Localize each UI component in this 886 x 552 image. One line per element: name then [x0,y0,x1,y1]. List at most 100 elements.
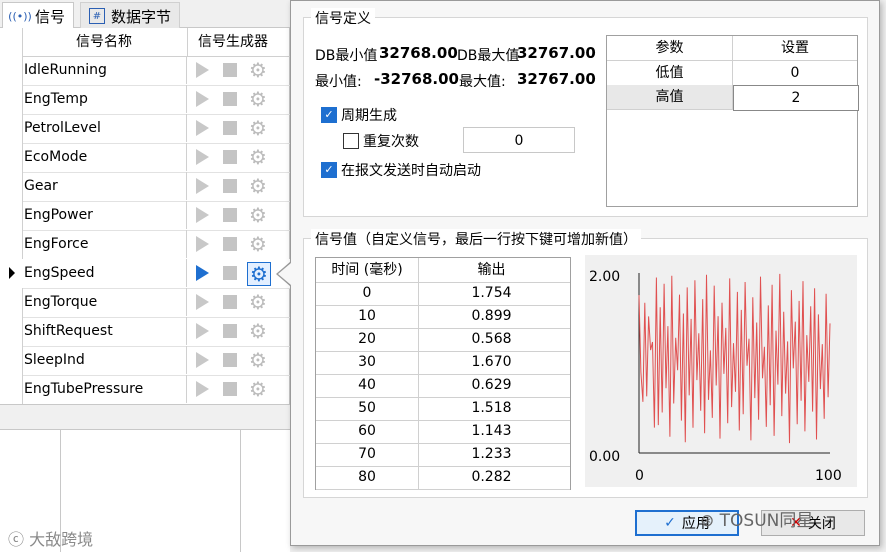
row-indicator[interactable] [0,375,23,404]
start-generator-button[interactable] [191,59,213,81]
generator-settings-button[interactable]: ⚙ [247,59,269,81]
stop-generator-button[interactable] [219,262,241,284]
start-generator-button[interactable] [191,146,213,168]
row-indicator[interactable] [0,259,23,288]
value-time[interactable]: 70 [316,443,419,466]
signal-name[interactable]: EngTemp [24,85,88,113]
generator-settings-button[interactable]: ⚙ [247,204,269,226]
row-indicator[interactable] [0,172,23,201]
generator-settings-button[interactable]: ⚙ [247,175,269,197]
start-generator-button[interactable] [191,233,213,255]
param-row-low[interactable]: 低值 0 [607,61,857,86]
start-generator-button[interactable] [191,88,213,110]
value-output[interactable]: 1.670 [419,351,564,374]
signal-name[interactable]: EngPower [24,201,93,229]
signal-row[interactable]: EngTubePressure ⚙ [22,375,290,405]
value-row[interactable]: 70 1.233 [316,443,570,467]
start-generator-button[interactable] [191,204,213,226]
value-row[interactable]: 0 1.754 [316,282,570,306]
stop-generator-button[interactable] [219,59,241,81]
row-indicator[interactable] [0,201,23,230]
signal-row[interactable]: Gear ⚙ [22,172,290,202]
value-time[interactable]: 30 [316,351,419,374]
tab-signals[interactable]: ((•)) 信号 [2,2,75,29]
start-generator-button[interactable] [191,349,213,371]
value-output[interactable]: 1.233 [419,443,564,466]
signal-row[interactable]: EcoMode ⚙ [22,143,290,173]
start-generator-button[interactable] [191,262,213,284]
signal-row[interactable]: SleepInd ⚙ [22,346,290,376]
generator-settings-button[interactable]: ⚙ [247,291,269,313]
stop-generator-button[interactable] [219,320,241,342]
signal-row[interactable]: ShiftRequest ⚙ [22,317,290,347]
value-output[interactable]: 1.518 [419,397,564,420]
start-generator-button[interactable] [191,117,213,139]
signal-row[interactable]: EngPower ⚙ [22,201,290,231]
value-time[interactable]: 80 [316,466,419,489]
param-setting[interactable]: 2 [733,85,859,111]
value-output[interactable]: 0.629 [419,374,564,397]
start-generator-button[interactable] [191,378,213,400]
generator-settings-button[interactable]: ⚙ [247,233,269,255]
value-row[interactable]: 60 1.143 [316,420,570,444]
stop-generator-button[interactable] [219,349,241,371]
row-indicator[interactable] [0,143,23,172]
generator-settings-button[interactable]: ⚙ [247,320,269,342]
row-indicator[interactable] [0,230,23,259]
generator-settings-button[interactable]: ⚙ [247,349,269,371]
signal-name[interactable]: EngTorque [24,288,97,316]
param-setting[interactable]: 0 [733,61,857,85]
signal-name[interactable]: EngSpeed [24,259,95,287]
horizontal-scrollbar[interactable] [0,404,290,430]
generator-settings-button[interactable]: ⚙ [247,146,269,168]
signal-name[interactable]: EngTubePressure [24,375,143,403]
signal-row[interactable]: IdleRunning ⚙ [22,56,290,86]
signal-name[interactable]: SleepInd [24,346,85,374]
value-time[interactable]: 40 [316,374,419,397]
row-indicator[interactable] [0,288,23,317]
col-signal-name[interactable]: 信号名称 [22,28,186,56]
value-row[interactable]: 80 0.282 [316,466,570,490]
col-signal-generator[interactable]: 信号生成器 [187,28,278,56]
stop-generator-button[interactable] [219,291,241,313]
value-time[interactable]: 50 [316,397,419,420]
signal-name[interactable]: EngForce [24,230,88,258]
stop-generator-button[interactable] [219,88,241,110]
value-output[interactable]: 1.754 [419,282,564,305]
stop-generator-button[interactable] [219,378,241,400]
signal-name[interactable]: EcoMode [24,143,87,171]
periodic-checkbox[interactable]: ✓ [321,107,337,123]
signal-name[interactable]: Gear [24,172,58,200]
stop-generator-button[interactable] [219,204,241,226]
signal-row[interactable]: EngForce ⚙ [22,230,290,260]
signal-name[interactable]: PetrolLevel [24,114,101,142]
value-time[interactable]: 60 [316,420,419,443]
generator-settings-button[interactable]: ⚙ [247,88,269,110]
signal-name[interactable]: ShiftRequest [24,317,113,345]
start-generator-button[interactable] [191,175,213,197]
value-time[interactable]: 20 [316,328,419,351]
repeat-checkbox[interactable] [343,133,359,149]
value-row[interactable]: 10 0.899 [316,305,570,329]
value-row[interactable]: 30 1.670 [316,351,570,375]
value-output[interactable]: 0.899 [419,305,564,328]
stop-generator-button[interactable] [219,146,241,168]
param-row-high[interactable]: 高值 2 [607,85,859,111]
signal-row[interactable]: EngTorque ⚙ [22,288,290,318]
value-row[interactable]: 50 1.518 [316,397,570,421]
generator-settings-button[interactable]: ⚙ [247,378,269,400]
value-row[interactable]: 20 0.568 [316,328,570,352]
value-row[interactable]: 40 0.629 [316,374,570,398]
value-output[interactable]: 0.282 [419,466,564,489]
signal-row[interactable]: EngSpeed ⚙ [22,259,290,289]
stop-generator-button[interactable] [219,175,241,197]
tab-data-bytes[interactable]: # 数据字节 [80,2,181,29]
start-generator-button[interactable] [191,320,213,342]
value-time[interactable]: 0 [316,282,419,305]
generator-settings-button[interactable]: ⚙ [247,117,269,139]
stop-generator-button[interactable] [219,117,241,139]
repeat-count-input[interactable]: 0 [463,127,575,153]
row-indicator[interactable] [0,56,23,85]
row-indicator[interactable] [0,85,23,114]
row-indicator[interactable] [0,317,23,346]
